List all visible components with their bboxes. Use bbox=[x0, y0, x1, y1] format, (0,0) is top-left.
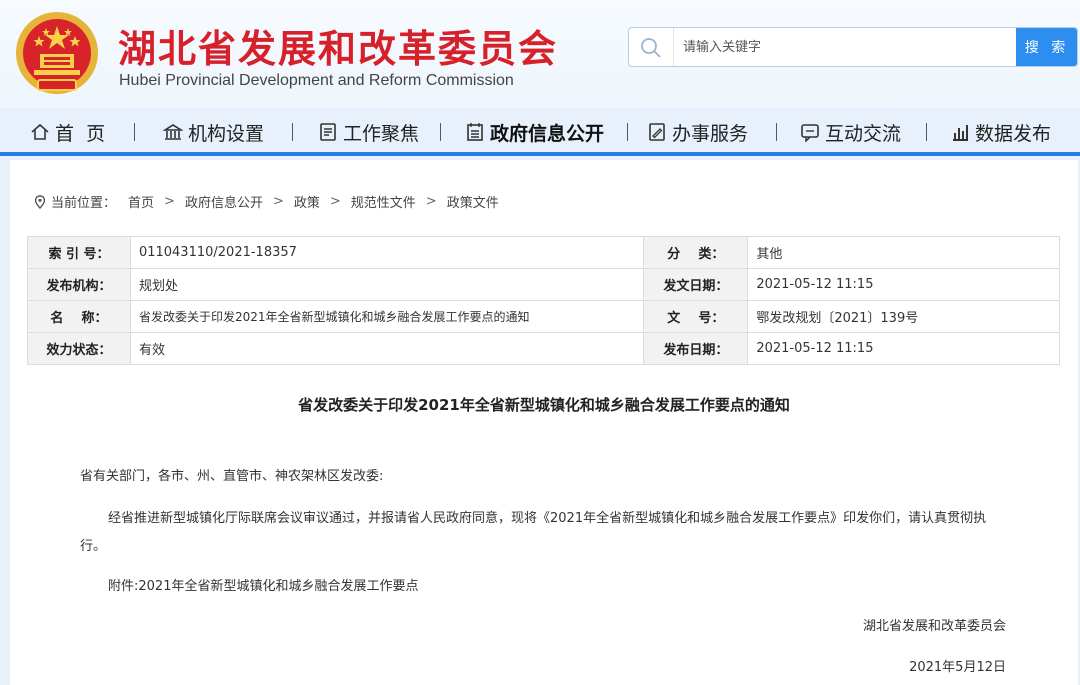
table-row: 名 称： 省发改委关于印发2021年全省新型城镇化和城乡融合发展工作要点的通知 … bbox=[27, 300, 1060, 333]
nav-item-label: 机构设置 bbox=[188, 122, 265, 145]
breadcrumb-separator: > bbox=[164, 194, 175, 209]
search-icon bbox=[641, 38, 661, 58]
national-emblem-icon[interactable] bbox=[14, 10, 100, 96]
search-divider bbox=[673, 28, 674, 66]
breadcrumb-item[interactable]: 政策文件 bbox=[447, 192, 499, 211]
nav-item-label: 政府信息公开 bbox=[490, 122, 605, 145]
document-title: 省发改委关于印发2021年全省新型城镇化和城乡融合发展工作要点的通知 bbox=[298, 396, 790, 414]
issue-date-label: 发文日期： bbox=[643, 268, 749, 301]
publisher-label: 发布机构： bbox=[27, 268, 131, 301]
issue-date-value: 2021-05-12 11:15 bbox=[747, 268, 1060, 301]
nav-item-work-focus[interactable]: 工作聚焦 bbox=[318, 119, 419, 145]
nav-divider bbox=[292, 123, 293, 141]
nav-divider bbox=[134, 123, 135, 141]
doc-number-label: 文 号： bbox=[643, 300, 749, 333]
bar-chart-icon bbox=[953, 125, 968, 141]
category-label: 分 类： bbox=[643, 236, 749, 269]
nav-item-services[interactable]: 办事服务 bbox=[647, 119, 748, 145]
status-label: 效力状态： bbox=[27, 332, 131, 365]
breadcrumb-item[interactable]: 政策 bbox=[294, 192, 320, 211]
site-subtitle: Hubei Provincial Development and Reform … bbox=[119, 72, 514, 89]
edit-icon bbox=[649, 123, 665, 141]
publish-date-value: 2021-05-12 11:15 bbox=[747, 332, 1060, 365]
nav-item-home[interactable]: 首 页 bbox=[30, 119, 105, 145]
name-value: 省发改委关于印发2021年全省新型城镇化和城乡融合发展工作要点的通知 bbox=[129, 300, 645, 333]
name-label: 名 称： bbox=[27, 300, 131, 333]
table-row: 索 引 号： 011043110/2021-18357 分 类： 其他 bbox=[27, 236, 1060, 269]
document-signature: 湖北省发展和改革委员会 bbox=[862, 619, 1006, 634]
main-nav: 首 页 机构设置 工作聚焦 政府信息公开 办事服务 互动交流 数据发布 bbox=[0, 108, 1080, 156]
document-date: 2021年5月12日 bbox=[909, 660, 1006, 675]
search-box: 搜 索 bbox=[628, 27, 1078, 67]
chat-icon bbox=[801, 124, 819, 142]
breadcrumb-separator: > bbox=[272, 194, 284, 209]
search-input[interactable] bbox=[677, 28, 1013, 66]
nav-divider bbox=[926, 123, 927, 141]
document-meta-table: 索 引 号： 011043110/2021-18357 分 类： 其他 发布机构… bbox=[27, 236, 1060, 365]
breadcrumb-item[interactable]: 规范性文件 bbox=[351, 192, 416, 211]
document-salutation: 省有关部门，各市、州、直管市、神农架林区发改委: bbox=[80, 469, 384, 484]
breadcrumb-separator: > bbox=[329, 194, 341, 209]
site-title[interactable]: 湖北省发展和改革委员会 bbox=[118, 18, 558, 73]
breadcrumb-item[interactable]: 首页 bbox=[128, 192, 154, 211]
publisher-value: 规划处 bbox=[129, 268, 645, 301]
content-panel: 当前位置： 首页 > 政府信息公开 > 政策 > 规范性文件 > 政策文件 索 … bbox=[10, 160, 1078, 685]
nav-divider bbox=[776, 123, 777, 141]
table-row: 效力状态： 有效 发布日期： 2021-05-12 11:15 bbox=[27, 332, 1060, 365]
breadcrumb: 当前位置： 首页 > 政府信息公开 > 政策 > 规范性文件 > 政策文件 bbox=[34, 192, 499, 211]
document-body: 经省推进新型城镇化厅际联席会议审议通过，并报请省人民政府同意，现将《2021年全… bbox=[80, 511, 987, 554]
nav-item-data[interactable]: 数据发布 bbox=[950, 119, 1051, 145]
site-header: 湖北省发展和改革委员会 Hubei Provincial Development… bbox=[0, 0, 1080, 108]
breadcrumb-label: 当前位置： bbox=[51, 196, 117, 211]
breadcrumb-item[interactable]: 政府信息公开 bbox=[185, 192, 263, 211]
breadcrumb-separator: > bbox=[425, 194, 437, 209]
nav-item-organization[interactable]: 机构设置 bbox=[163, 119, 264, 145]
location-pin-icon bbox=[34, 194, 46, 209]
home-icon bbox=[31, 123, 49, 140]
category-value: 其他 bbox=[747, 236, 1060, 269]
nav-item-label: 首 页 bbox=[55, 122, 106, 145]
index-label: 索 引 号： bbox=[27, 236, 131, 269]
nav-item-label: 数据发布 bbox=[975, 122, 1052, 145]
index-value: 011043110/2021-18357 bbox=[129, 236, 645, 269]
table-row: 发布机构： 规划处 发文日期： 2021-05-12 11:15 bbox=[27, 268, 1060, 301]
document-attachment[interactable]: 附件:2021年全省新型城镇化和城乡融合发展工作要点 bbox=[108, 573, 418, 601]
document-icon bbox=[320, 123, 336, 141]
nav-divider bbox=[627, 123, 628, 141]
nav-item-label: 工作聚焦 bbox=[343, 122, 420, 145]
nav-item-interaction[interactable]: 互动交流 bbox=[800, 119, 901, 145]
search-button[interactable]: 搜 索 bbox=[1016, 28, 1077, 66]
building-icon bbox=[163, 124, 183, 140]
nav-item-label: 互动交流 bbox=[825, 122, 902, 145]
nav-divider bbox=[440, 123, 441, 141]
nav-item-label: 办事服务 bbox=[672, 122, 749, 145]
doc-number-value: 鄂发改规划〔2021〕139号 bbox=[747, 300, 1060, 333]
publish-date-label: 发布日期： bbox=[643, 332, 749, 365]
status-value: 有效 bbox=[129, 332, 645, 365]
nav-item-gov-info[interactable]: 政府信息公开 bbox=[465, 119, 604, 145]
list-icon bbox=[467, 123, 483, 141]
